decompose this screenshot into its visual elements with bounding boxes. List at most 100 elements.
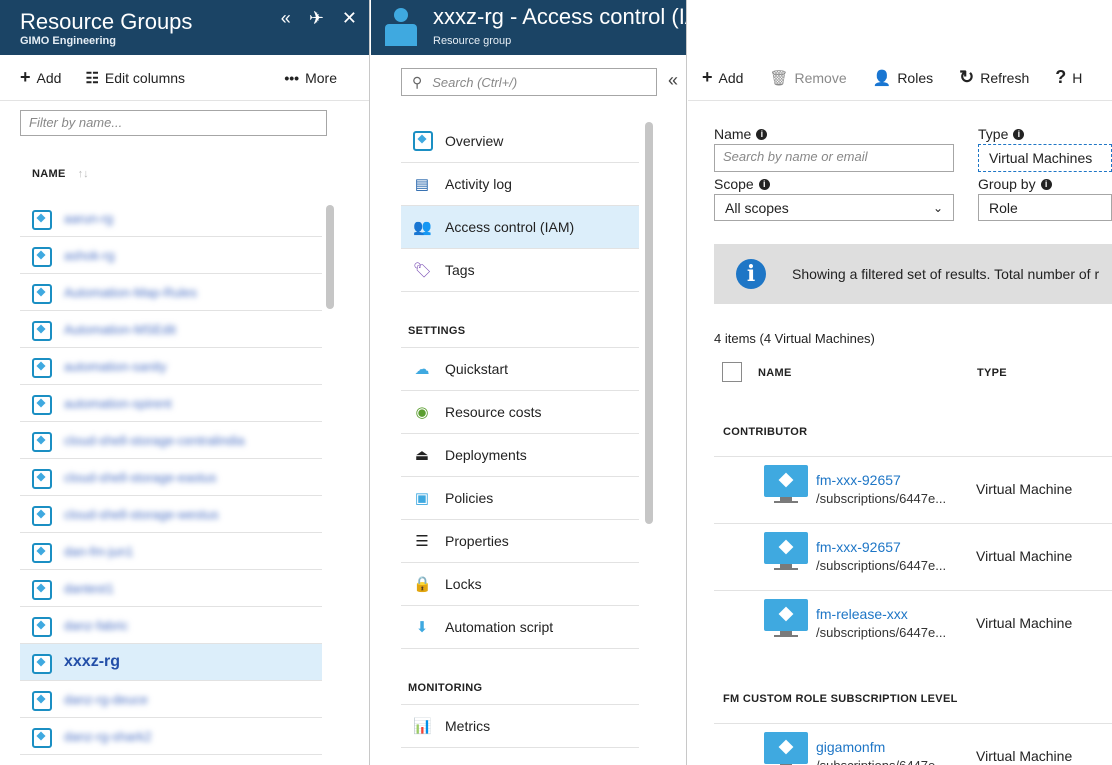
resource-group-row[interactable]: dan-fm-jun1: [20, 533, 322, 570]
name-column-header[interactable]: NAME ↑↓: [32, 168, 89, 180]
menu-item-automation-script[interactable]: ⬇ Automation script: [401, 606, 639, 649]
collapse-icon[interactable]: «: [281, 8, 291, 29]
resource-group-list: aarun-rg ashok-rg Automation-Map-Rules Auto…: [20, 200, 322, 755]
plus-icon: +: [702, 67, 713, 87]
name-filter-input[interactable]: Search by name or email: [714, 144, 954, 172]
vm-assignment-row[interactable]: fm-xxx-92657/subscriptions/6447e... Virtu…: [714, 523, 1112, 590]
resource-group-icon: [32, 321, 52, 341]
info-icon: i: [756, 128, 768, 140]
help-icon: ?: [1055, 67, 1067, 87]
type-filter-select[interactable]: Virtual Machines: [978, 144, 1112, 172]
virtual-machine-icon: [764, 732, 808, 765]
resource-group-row[interactable]: Automation-MSEdit: [20, 311, 322, 348]
groupby-filter-select[interactable]: Role: [978, 194, 1112, 221]
deployments-icon: ⏏: [414, 447, 430, 464]
vm-scope-path: /subscriptions/6447e...: [816, 758, 946, 765]
rg-scrollbar[interactable]: [326, 205, 334, 309]
resource-group-row[interactable]: aarun-rg: [20, 200, 322, 237]
iam-header: xxxz-rg - Access control (IAM) Resource …: [371, 0, 686, 55]
vm-assignment-row[interactable]: gigamonfm/subscriptions/6447e... Virtual …: [714, 723, 1112, 765]
name-filter-label: Name i: [714, 126, 768, 142]
menu-item-metrics[interactable]: 📊 Metrics: [401, 705, 639, 748]
resource-group-row[interactable]: cloud-shell-storage-westus: [20, 496, 322, 533]
iam-add-button[interactable]: + Add: [702, 67, 743, 88]
groupby-filter-label: Group by i: [978, 176, 1052, 192]
select-all-checkbox[interactable]: [722, 362, 742, 382]
collapse-menu-icon[interactable]: «: [668, 70, 678, 91]
resource-group-row[interactable]: danz-rg-shark2: [20, 718, 322, 755]
resource-group-icon: [32, 580, 52, 600]
help-button[interactable]: ? H: [1055, 67, 1082, 88]
vm-name-link[interactable]: fm-xxx-92657: [816, 472, 901, 488]
menu-scrollbar[interactable]: [645, 122, 653, 524]
more-button[interactable]: ••• More: [284, 70, 337, 86]
roles-button[interactable]: 👤 Roles: [873, 69, 933, 87]
resource-group-name: dan-fm-jun1: [64, 543, 134, 559]
resource-group-row[interactable]: dantest1: [20, 570, 322, 607]
resource-group-row[interactable]: ashok-rg: [20, 237, 322, 274]
refresh-button[interactable]: ↻ Refresh: [959, 67, 1029, 88]
menu-item-policies[interactable]: ▣ Policies: [401, 477, 639, 520]
resource-group-row[interactable]: cloud-shell-storage-centralindia: [20, 422, 322, 459]
filter-input[interactable]: Filter by name...: [20, 110, 327, 136]
vm-assignment-row[interactable]: fm-xxx-92657/subscriptions/6447e... Virtu…: [714, 456, 1112, 523]
role-group-label: FM CUSTOM ROLE SUBSCRIPTION LEVEL: [723, 693, 958, 705]
resource-group-row[interactable]: danz-fabric: [20, 607, 322, 644]
resource-group-icon: [32, 691, 52, 711]
resource-group-icon: [32, 210, 52, 230]
scope-filter-select[interactable]: All scopes ⌄: [714, 194, 954, 221]
remove-button[interactable]: 🗑 Remove: [769, 69, 846, 87]
resource-group-icon: [32, 284, 52, 304]
edit-columns-button[interactable]: ☷ Edit columns: [85, 69, 185, 87]
resource-group-name: dantest1: [64, 580, 114, 596]
cloud-icon: ☁: [414, 361, 430, 378]
resource-groups-header: Resource Groups GIMO Engineering « ✈ ✕: [0, 0, 369, 55]
iam-name-column-header[interactable]: NAME: [758, 367, 792, 379]
vm-name-link[interactable]: fm-release-xxx: [816, 606, 908, 622]
close-icon[interactable]: ✕: [342, 8, 357, 29]
menu-item-deployments[interactable]: ⏏ Deployments: [401, 434, 639, 477]
refresh-icon: ↻: [959, 67, 975, 87]
menu-item-overview[interactable]: Overview: [401, 120, 639, 163]
add-button[interactable]: + Add: [20, 67, 61, 88]
resource-group-name: cloud-shell-storage-centralindia: [64, 432, 245, 448]
vm-scope-path: /subscriptions/6447e...: [816, 558, 947, 573]
resource-group-row[interactable]: xxxz-rg: [20, 644, 322, 681]
menu-item-properties[interactable]: ☰ Properties: [401, 520, 639, 563]
vm-assignment-row[interactable]: fm-release-xxx/subscriptions/6447e... Vir…: [714, 590, 1112, 657]
pin-icon[interactable]: ✈: [309, 8, 324, 29]
download-icon: ⬇: [415, 619, 429, 636]
menu-search-input[interactable]: ⚲ Search (Ctrl+/): [401, 68, 657, 96]
resource-group-row[interactable]: cloud-shell-storage-eastus: [20, 459, 322, 496]
iam-type-column-header[interactable]: TYPE: [977, 367, 1007, 379]
chevron-down-icon: ⌄: [932, 200, 943, 215]
settings-section-label: SETTINGS: [401, 292, 639, 348]
scope-filter-label: Scope i: [714, 176, 770, 192]
resource-group-name: danz-rg-deuce: [64, 691, 148, 707]
vm-name-link[interactable]: fm-xxx-92657: [816, 539, 901, 555]
resource-group-row[interactable]: automation-spirent: [20, 385, 322, 422]
vm-scope-path: /subscriptions/6447e...: [816, 625, 947, 640]
resource-group-name: cloud-shell-storage-westus: [64, 506, 219, 522]
vm-type: Virtual Machine: [976, 748, 1073, 764]
menu-item-tags[interactable]: 🏷 Tags: [401, 249, 639, 292]
resource-group-icon: [32, 395, 52, 415]
menu-item-quickstart[interactable]: ☁ Quickstart: [401, 348, 639, 391]
policies-icon: ▣: [414, 490, 430, 507]
monitoring-section-label: MONITORING: [401, 649, 639, 705]
resource-group-name: aarun-rg: [64, 210, 114, 226]
columns-icon: ☷: [85, 69, 99, 87]
activity-log-icon: ▤: [414, 176, 430, 193]
resource-group-row[interactable]: automation-sanity: [20, 348, 322, 385]
vm-name-link[interactable]: gigamonfm: [816, 739, 885, 755]
resource-group-row[interactable]: Automation-Map-Rules: [20, 274, 322, 311]
menu-item-activity-log[interactable]: ▤ Activity log: [401, 163, 639, 206]
menu-item-resource-costs[interactable]: ◉ Resource costs: [401, 391, 639, 434]
resource-group-icon: [383, 8, 417, 46]
menu-item-access-control[interactable]: 👥 Access control (IAM): [401, 206, 639, 249]
menu-item-locks[interactable]: 🔒 Locks: [401, 563, 639, 606]
search-icon: ⚲: [412, 73, 423, 90]
role-group-label: CONTRIBUTOR: [723, 426, 808, 438]
vm-type: Virtual Machine: [976, 615, 1073, 631]
resource-group-row[interactable]: danz-rg-deuce: [20, 681, 322, 718]
